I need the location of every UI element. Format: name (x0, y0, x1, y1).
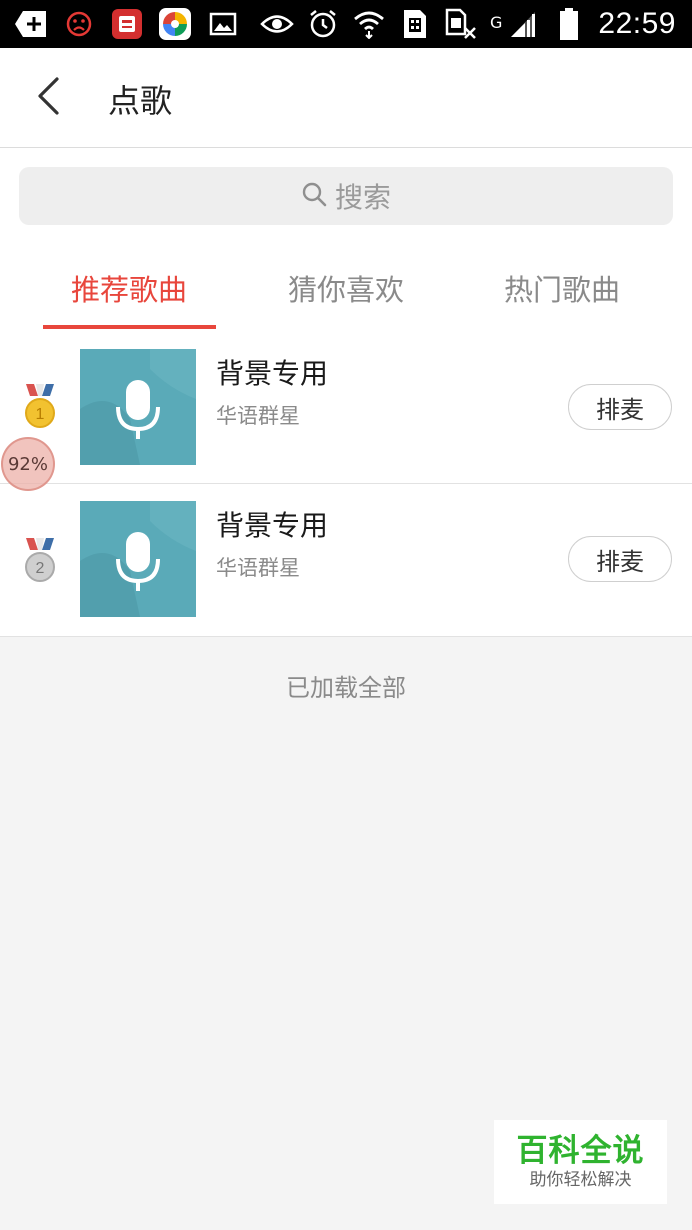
rank-number: 1 (36, 406, 45, 423)
eye-icon (260, 7, 294, 41)
song-title: 背景专用 (216, 509, 329, 542)
song-row[interactable]: 2 背景专用 华语群星 排麦 (0, 484, 692, 637)
song-cover (80, 349, 196, 465)
app-header: 点歌 (0, 48, 692, 148)
search-input[interactable]: 搜索 (19, 167, 673, 225)
tab-popular[interactable]: 热门歌曲 (454, 244, 670, 332)
status-bar: G 22:59 (0, 0, 692, 48)
data-off-icon (444, 7, 478, 41)
add-box-icon (14, 7, 48, 41)
silver-medal-icon: 2 (22, 538, 58, 586)
alarm-icon (306, 7, 340, 41)
queue-song-button[interactable]: 排麦 (568, 536, 672, 582)
song-cover (80, 501, 196, 617)
sim-icon (398, 7, 432, 41)
watermark-logo: 百科全说 助你轻松解决 (494, 1120, 667, 1204)
tab-indicator (43, 325, 216, 329)
gallery-icon (206, 7, 240, 41)
queue-song-button[interactable]: 排麦 (568, 384, 672, 430)
colorful-app-icon (158, 7, 192, 41)
song-title: 背景专用 (216, 357, 329, 390)
list-footer-loaded-all: 已加载全部 (286, 674, 406, 702)
watermark-title: 百科全说 (516, 1133, 645, 1169)
search-icon (301, 181, 327, 211)
watermark-subtitle: 助你轻松解决 (529, 1170, 632, 1190)
rank-number: 2 (36, 560, 45, 577)
search-area: 搜索 (0, 148, 692, 244)
song-artist: 华语群星 (216, 404, 300, 428)
back-button[interactable] (22, 72, 74, 124)
song-row[interactable]: 1 背景专用 华语群星 排麦 (0, 332, 692, 484)
microphone-icon (126, 380, 150, 420)
floating-progress-bubble[interactable]: 92% (1, 437, 55, 491)
song-artist: 华语群星 (216, 556, 300, 580)
wifi-icon (352, 7, 386, 41)
news-app-icon (110, 7, 144, 41)
gold-medal-icon: 1 (22, 384, 58, 432)
chevron-left-icon (33, 76, 63, 120)
status-time: 22:59 (598, 7, 676, 40)
network-type-label: G (490, 13, 503, 32)
page-title: 点歌 (108, 82, 173, 120)
sad-face-icon (62, 7, 96, 41)
tab-bar: 推荐歌曲 猜你喜欢 热门歌曲 (0, 244, 692, 332)
tab-recommended[interactable]: 推荐歌曲 (21, 244, 237, 332)
signal-icon (506, 7, 540, 41)
tab-guess-you-like[interactable]: 猜你喜欢 (238, 244, 454, 332)
song-list: 1 背景专用 华语群星 排麦 2 背景专用 华语群星 排麦 (0, 332, 692, 637)
battery-icon (552, 7, 586, 41)
search-placeholder: 搜索 (334, 181, 391, 214)
microphone-icon (126, 532, 150, 572)
